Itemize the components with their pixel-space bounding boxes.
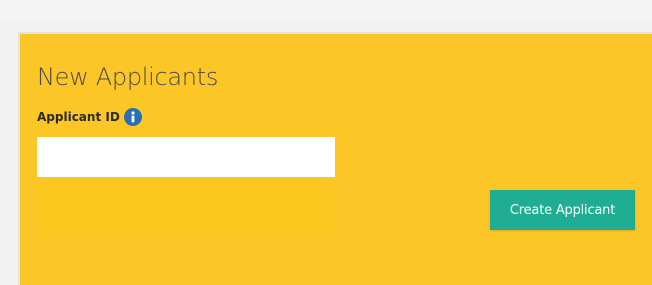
top-strip — [0, 0, 652, 20]
applicant-id-input[interactable] — [37, 137, 335, 177]
create-applicant-button[interactable]: Create Applicant — [490, 190, 635, 230]
applicant-id-label-row: Applicant ID — [37, 108, 142, 126]
panel-title: New Applicants — [37, 63, 219, 91]
applicant-id-label: Applicant ID — [37, 110, 120, 124]
page: New Applicants Applicant ID Create Appli… — [0, 0, 652, 285]
info-icon[interactable] — [123, 108, 142, 126]
empty-block — [37, 182, 331, 234]
